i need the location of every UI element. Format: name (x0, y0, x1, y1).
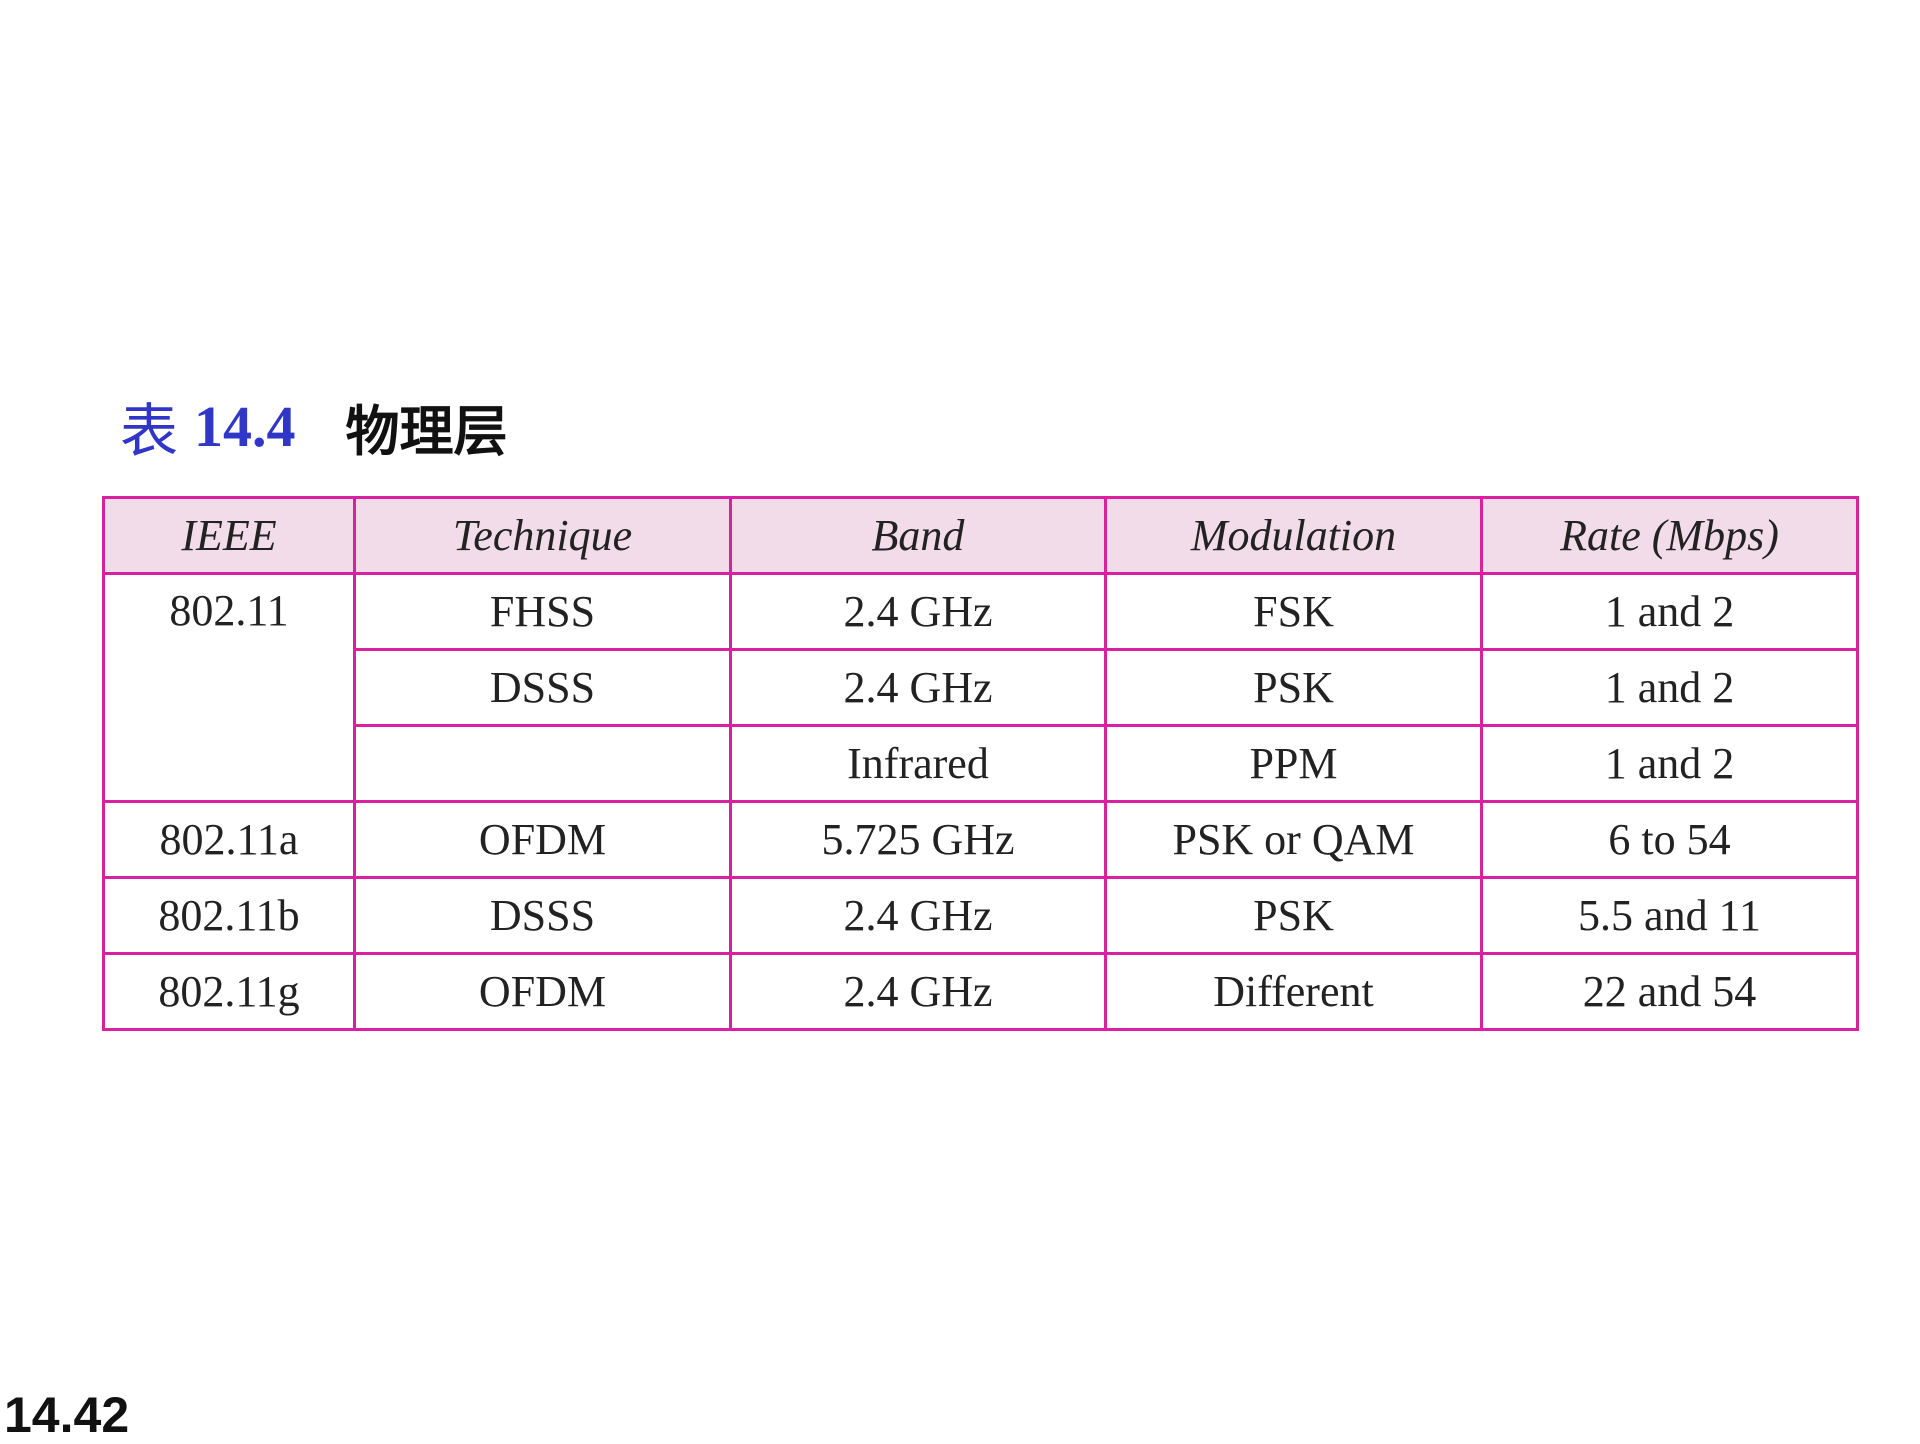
table-row: DSSS 2.4 GHz PSK 1 and 2 (104, 648, 1859, 727)
table-row: 802.11b DSSS 2.4 GHz PSK 5.5 and 11 (102, 876, 1859, 955)
cell-technique (353, 724, 732, 803)
cell-modulation: Different (1104, 952, 1483, 1031)
cell-modulation: PSK (1104, 876, 1483, 955)
cell-band: Infrared (729, 724, 1107, 803)
physical-layer-table: IEEE Technique Band Modulation Rate (Mbp… (102, 496, 1859, 1031)
cell-band: 2.4 GHz (729, 876, 1107, 955)
caption-number: 14.4 (194, 393, 296, 459)
table-row: Infrared PPM 1 and 2 (104, 724, 1859, 803)
header-rate: Rate (Mbps) (1480, 496, 1859, 575)
table-row: 802.11g OFDM 2.4 GHz Different 22 and 54 (102, 952, 1859, 1031)
cell-rate: 22 and 54 (1480, 952, 1859, 1031)
table-caption: 表 14.4 物理层 (120, 386, 508, 466)
cell-modulation: PSK or QAM (1104, 800, 1483, 879)
cell-modulation: PPM (1104, 724, 1483, 803)
cell-rate: 1 and 2 (1480, 648, 1859, 727)
cell-band: 2.4 GHz (729, 572, 1107, 651)
cell-technique: OFDM (353, 800, 732, 879)
cell-modulation: FSK (1104, 572, 1483, 651)
cell-rate: 1 and 2 (1480, 724, 1859, 803)
cell-technique: FHSS (353, 572, 732, 651)
table-header-row: IEEE Technique Band Modulation Rate (Mbp… (102, 496, 1859, 575)
header-technique: Technique (353, 496, 732, 575)
cell-rate: 5.5 and 11 (1480, 876, 1859, 955)
cell-ieee: 802.11g (102, 952, 356, 1031)
header-modulation: Modulation (1104, 496, 1483, 575)
cell-rate: 6 to 54 (1480, 800, 1859, 879)
cell-technique: DSSS (353, 876, 732, 955)
cell-technique: DSSS (353, 648, 732, 727)
cell-rate: 1 and 2 (1480, 572, 1859, 651)
cell-modulation: PSK (1104, 648, 1483, 727)
cell-band: 2.4 GHz (729, 648, 1107, 727)
cell-technique: OFDM (353, 952, 732, 1031)
page-number: 14.42 (4, 1387, 130, 1443)
header-band: Band (729, 496, 1107, 575)
cell-ieee: 802.11a (102, 800, 356, 879)
header-ieee: IEEE (102, 496, 356, 575)
cell-band: 5.725 GHz (729, 800, 1107, 879)
caption-title: 物理层 (345, 399, 508, 463)
table-row: 802.11 FHSS 2.4 GHz FSK 1 and 2 (102, 572, 1859, 803)
caption-label: 表 (120, 397, 179, 465)
cell-band: 2.4 GHz (729, 952, 1107, 1031)
cell-ieee: 802.11 (102, 572, 356, 803)
cell-ieee: 802.11b (102, 876, 356, 955)
table-row: 802.11a OFDM 5.725 GHz PSK or QAM 6 to 5… (102, 800, 1859, 879)
